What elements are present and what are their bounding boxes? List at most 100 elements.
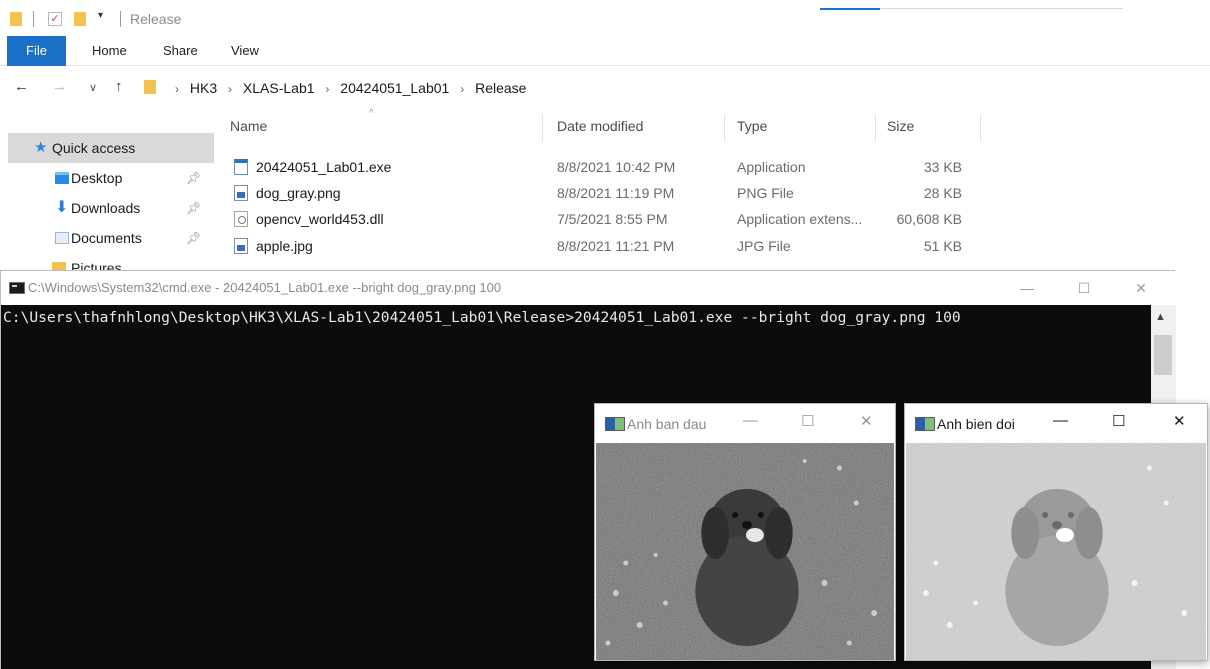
minimize-button[interactable]: —: [1007, 276, 1047, 300]
cmd-window-title: C:\Windows\System32\cmd.exe - 20424051_L…: [28, 280, 502, 295]
breadcrumb-xlas-lab1[interactable]: XLAS-Lab1: [243, 80, 315, 96]
scroll-up-arrow-icon[interactable]: ▲: [1155, 311, 1166, 323]
divider: [120, 11, 121, 27]
dog-image-brightened: [906, 443, 1206, 660]
cmd-titlebar[interactable]: C:\Windows\System32\cmd.exe - 20424051_L…: [1, 271, 1176, 305]
image-window-titlebar[interactable]: Anh bien doi — ☐ ✕: [905, 404, 1207, 443]
file-type: PNG File: [737, 185, 794, 201]
maximize-button[interactable]: ☐: [1064, 276, 1104, 300]
explorer-titlebar: ✓ ▾ Release: [0, 0, 1210, 36]
file-type: JPG File: [737, 238, 791, 254]
recent-locations-chevron-icon[interactable]: ∨: [89, 81, 97, 94]
tab-share[interactable]: Share: [163, 36, 198, 66]
file-list: ^ Name Date modified Type Size 20424051_…: [212, 106, 1210, 280]
download-arrow-icon: ⬇: [55, 199, 69, 216]
properties-check-icon[interactable]: ✓: [48, 12, 62, 26]
file-date: 8/8/2021 11:21 PM: [557, 238, 675, 254]
file-size: 28 KB: [923, 185, 962, 201]
tab-file[interactable]: File: [7, 36, 66, 66]
pin-icon[interactable]: 📌︎: [186, 193, 201, 223]
close-button[interactable]: ✕: [860, 412, 873, 430]
tab-view[interactable]: View: [231, 36, 259, 66]
chevron-right-icon[interactable]: ›: [168, 82, 186, 96]
column-divider[interactable]: [724, 114, 725, 142]
close-button[interactable]: ✕: [1121, 276, 1161, 300]
star-icon: ★: [34, 139, 48, 156]
nav-label: Quick access: [52, 140, 136, 156]
breadcrumb-release[interactable]: Release: [475, 80, 526, 96]
dog-image-original: [596, 443, 894, 660]
column-header-size[interactable]: Size: [887, 118, 914, 134]
chevron-right-icon[interactable]: ›: [221, 82, 239, 96]
file-explorer-window: ✓ ▾ Release File Home Share View ← → ∨ ↑…: [0, 0, 1210, 280]
file-date: 8/8/2021 10:42 PM: [557, 159, 676, 175]
new-folder-icon[interactable]: [74, 12, 86, 26]
opencv-window-icon: [915, 417, 935, 431]
file-date: 8/8/2021 11:19 PM: [557, 185, 675, 201]
nav-label: Downloads: [71, 200, 141, 216]
nav-quick-access[interactable]: ★ Quick access: [8, 133, 214, 163]
close-button[interactable]: ✕: [1173, 412, 1186, 430]
console-line: C:\Users\thafnhlong\Desktop\HK3\XLAS-Lab…: [3, 309, 961, 326]
folder-icon: [144, 80, 156, 94]
column-divider[interactable]: [980, 114, 981, 142]
file-row[interactable]: opencv_world453.dll 7/5/2021 8:55 PM App…: [212, 208, 1210, 231]
desktop-folder-icon: [55, 172, 69, 184]
column-divider[interactable]: [875, 114, 876, 142]
pin-icon[interactable]: 📌︎: [186, 163, 201, 193]
opencv-window-icon: [605, 417, 625, 431]
file-row[interactable]: apple.jpg 8/8/2021 11:21 PM JPG File 51 …: [212, 235, 1210, 258]
divider: [880, 8, 1123, 9]
breadcrumb-hk3[interactable]: HK3: [190, 80, 217, 96]
window-title: Release: [130, 11, 182, 27]
chevron-right-icon[interactable]: ›: [453, 82, 471, 96]
customize-toolbar-arrow-icon[interactable]: ▾: [98, 10, 103, 21]
maximize-button[interactable]: ☐: [1112, 412, 1125, 430]
column-divider[interactable]: [542, 114, 543, 142]
file-row[interactable]: 20424051_Lab01.exe 8/8/2021 10:42 PM App…: [212, 156, 1210, 179]
image-window-titlebar[interactable]: Anh ban dau — ☐ ✕: [595, 404, 895, 443]
tab-home[interactable]: Home: [92, 36, 127, 66]
up-arrow-icon[interactable]: ↑: [115, 78, 123, 95]
address-bar: ← → ∨ ↑ › HK3 › XLAS-Lab1 › 20424051_Lab…: [0, 70, 1210, 106]
divider: [33, 11, 34, 27]
nav-downloads[interactable]: ⬇ Downloads 📌︎: [0, 193, 206, 223]
maximize-button[interactable]: ☐: [801, 412, 814, 430]
breadcrumb: › HK3 › XLAS-Lab1 › 20424051_Lab01 › Rel…: [168, 80, 526, 96]
console-icon: [9, 282, 25, 294]
file-type: Application: [737, 159, 806, 175]
chevron-right-icon[interactable]: ›: [318, 82, 336, 96]
ribbon: File Home Share View: [0, 36, 1210, 66]
minimize-button[interactable]: —: [1053, 412, 1068, 429]
file-type: Application extens...: [737, 211, 863, 227]
dll-file-icon: [234, 211, 248, 227]
file-row[interactable]: dog_gray.png 8/8/2021 11:19 PM PNG File …: [212, 182, 1210, 205]
file-name: opencv_world453.dll: [256, 211, 384, 227]
file-name: apple.jpg: [256, 238, 313, 254]
column-header-name[interactable]: Name: [230, 118, 267, 134]
column-header-date[interactable]: Date modified: [557, 118, 643, 134]
nav-label: Documents: [71, 230, 142, 246]
nav-documents[interactable]: Documents 📌︎: [0, 223, 206, 253]
column-header-type[interactable]: Type: [737, 118, 767, 134]
scroll-thumb[interactable]: [1154, 335, 1172, 375]
accent-line: [820, 8, 880, 10]
pin-icon[interactable]: 📌︎: [186, 223, 201, 253]
folder-icon: [10, 12, 22, 26]
forward-arrow-icon[interactable]: →: [52, 78, 67, 95]
back-arrow-icon[interactable]: ←: [14, 78, 29, 95]
png-file-icon: [234, 185, 248, 201]
nav-desktop[interactable]: Desktop 📌︎: [0, 163, 206, 193]
file-size: 33 KB: [923, 159, 962, 175]
file-size: 51 KB: [923, 238, 962, 254]
image-window-transformed: Anh bien doi — ☐ ✕: [904, 403, 1208, 661]
minimize-button[interactable]: —: [743, 412, 758, 429]
breadcrumb-lab01[interactable]: 20424051_Lab01: [340, 80, 449, 96]
file-size: 60,608 KB: [896, 211, 962, 227]
file-name: 20424051_Lab01.exe: [256, 159, 392, 175]
navigation-pane: ★ Quick access Desktop 📌︎ ⬇ Downloads 📌︎…: [0, 106, 214, 280]
sort-ascending-icon: ^: [369, 108, 374, 119]
exe-file-icon: [234, 159, 248, 175]
image-window-title: Anh bien doi: [937, 416, 1015, 432]
documents-icon: [55, 232, 69, 244]
